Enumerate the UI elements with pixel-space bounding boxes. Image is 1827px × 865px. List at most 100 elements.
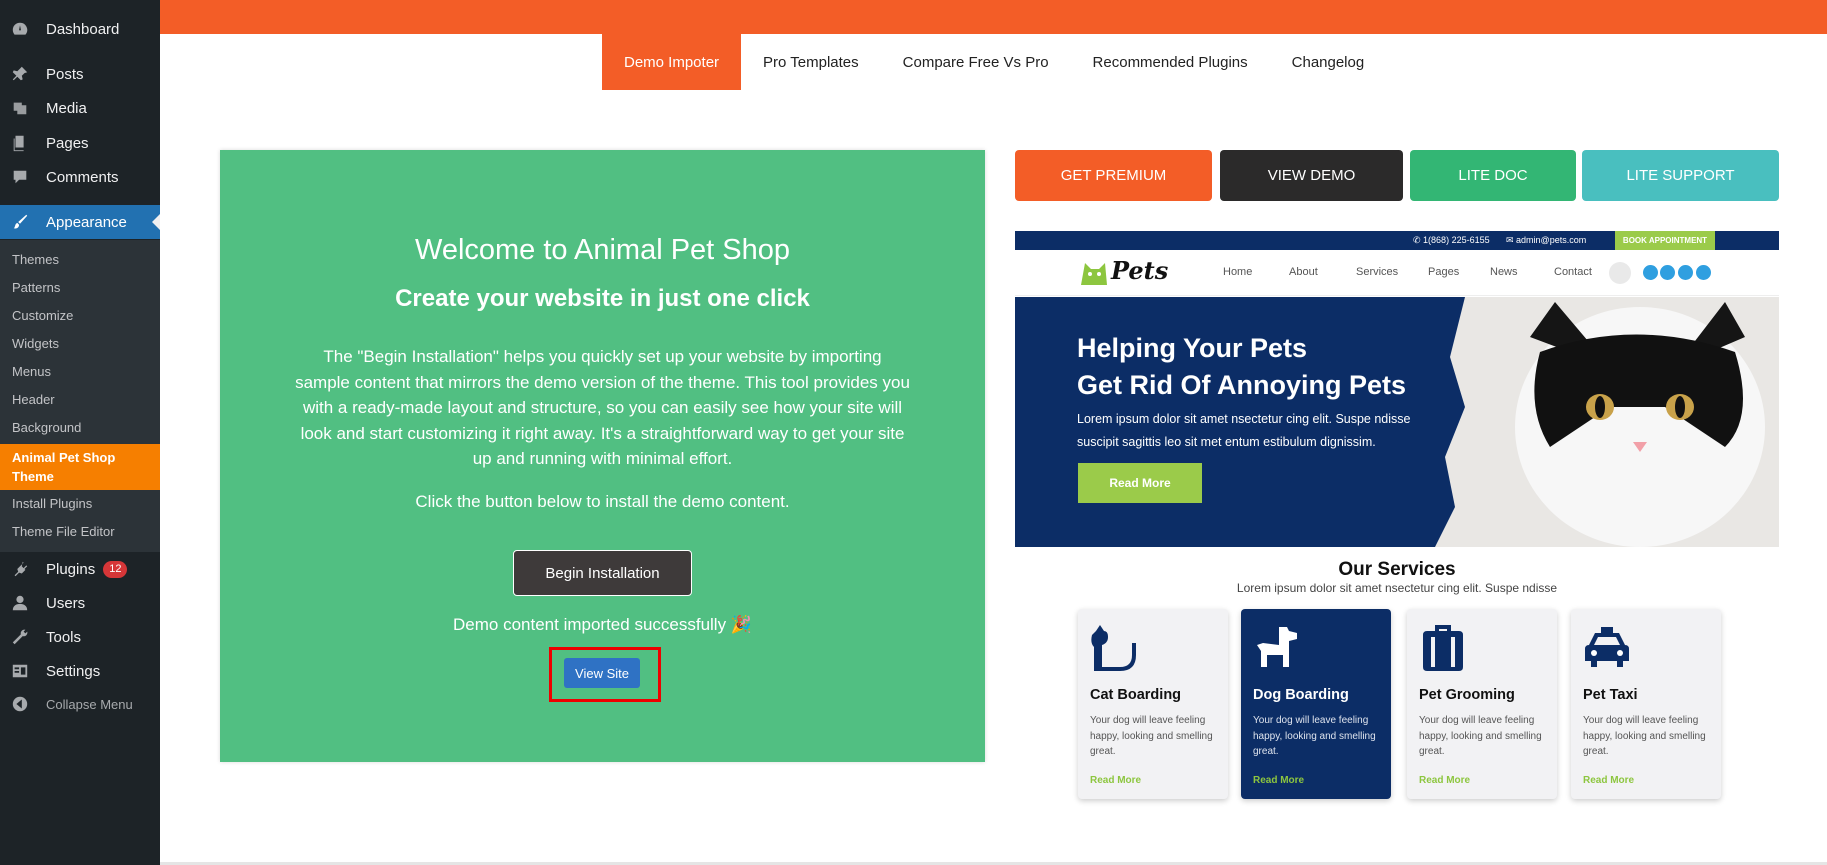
card-title: Pet Grooming: [1419, 687, 1515, 703]
view-site-button[interactable]: View Site: [564, 658, 640, 688]
preview-email-text: admin@pets.com: [1516, 235, 1587, 245]
wrench-icon: [10, 627, 30, 647]
card-text: Your dog will leave feeling happy, looki…: [1419, 715, 1542, 757]
preview-hero-title: Helping Your Pets Get Rid Of Annoying Pet…: [1077, 330, 1406, 404]
view-demo-button[interactable]: VIEW DEMO: [1220, 150, 1403, 201]
lite-support-button[interactable]: LITE SUPPORT: [1582, 150, 1779, 201]
preview-nav-home: Home: [1223, 266, 1253, 278]
preview-hero-line2: Get Rid Of Annoying Pets: [1077, 370, 1407, 400]
collapse-menu-button[interactable]: Collapse Menu: [0, 687, 160, 721]
submenu-themes[interactable]: Themes: [12, 252, 59, 267]
preview-read-more-button: Read More: [1078, 463, 1202, 503]
submenu-patterns[interactable]: Patterns: [12, 280, 60, 295]
pages-icon: [10, 133, 30, 153]
tab-recommended-plugins[interactable]: Recommended Plugins: [1071, 34, 1270, 90]
submenu-customize[interactable]: Customize: [12, 308, 73, 323]
preview-nav-pages: Pages: [1428, 266, 1460, 278]
begin-installation-button[interactable]: Begin Installation: [513, 550, 692, 596]
preview-hero-line1: Helping Your Pets: [1077, 333, 1308, 363]
welcome-title: Welcome to Animal Pet Shop: [414, 234, 791, 266]
sidebar-item-comments[interactable]: Comments: [0, 160, 160, 194]
service-card-pet-taxi: Pet Taxi Your dog will leave feeling hap…: [1571, 609, 1721, 799]
plugin-update-badge: 12: [103, 560, 128, 578]
cat-photo-icon: [1435, 297, 1779, 547]
media-icon: [10, 98, 30, 118]
submenu-widgets[interactable]: Widgets: [12, 336, 59, 351]
sidebar-item-appearance[interactable]: Appearance: [0, 205, 160, 239]
preview-hero-text: Lorem ipsum dolor sit amet nsectetur cin…: [1077, 412, 1411, 449]
sidebar-item-plugins[interactable]: Plugins 12: [0, 552, 160, 586]
preview-nav-services: Services: [1356, 266, 1399, 278]
card-title: Pet Taxi: [1583, 687, 1638, 703]
grooming-kit-icon: [1423, 625, 1463, 671]
panel-headline: Create your website in just one click: [395, 285, 810, 312]
collapse-menu-label: Collapse Menu: [46, 696, 133, 712]
get-premium-button[interactable]: GET PREMIUM: [1015, 150, 1212, 201]
submenu-background[interactable]: Background: [12, 420, 81, 435]
brush-icon: [10, 212, 30, 232]
preview-services-title: Our Services: [1338, 559, 1456, 580]
preview-book-appointment: BOOK APPOINTMENT: [1615, 231, 1715, 250]
preview-hero: Helping Your Pets Get Rid Of Annoying Pet…: [1015, 297, 1779, 547]
cart-icon: [1609, 262, 1631, 284]
import-success-message: Demo content imported successfully 🎉: [453, 615, 752, 634]
card-read-more: Read More: [1090, 775, 1142, 786]
preview-nav-about: About: [1289, 266, 1318, 278]
sidebar-item-dashboard[interactable]: Dashboard: [0, 12, 160, 46]
user-icon: [10, 593, 30, 613]
card-text: Your dog will leave feeling happy, looki…: [1253, 715, 1376, 757]
submenu-animal-pet-shop-theme[interactable]: Animal Pet Shop Theme: [0, 444, 160, 490]
service-card-cat-boarding: Cat Boarding Your dog will leave feeling…: [1078, 609, 1228, 799]
linkedin-icon: [1678, 265, 1693, 280]
sidebar-item-pages[interactable]: Pages: [0, 126, 160, 160]
facebook-icon: [1643, 265, 1658, 280]
card-title: Dog Boarding: [1253, 687, 1349, 703]
tab-compare-free-vs-pro[interactable]: Compare Free Vs Pro: [881, 34, 1071, 90]
card-title: Cat Boarding: [1090, 687, 1182, 703]
install-note: Click the button below to install the de…: [415, 492, 790, 511]
preview-logo-text: Pets: [1111, 256, 1169, 285]
collapse-icon: [10, 694, 30, 714]
sidebar-item-label: Users: [46, 594, 86, 612]
submenu-install-plugins[interactable]: Install Plugins: [12, 496, 92, 511]
sidebar-item-tools[interactable]: Tools: [0, 620, 160, 654]
sidebar-item-label: Appearance: [46, 213, 127, 231]
preview-nav-news: News: [1490, 266, 1518, 278]
lite-doc-button[interactable]: LITE DOC: [1410, 150, 1576, 201]
theme-tabs: Demo Impoter Pro Templates Compare Free …: [602, 34, 1386, 90]
twitter-icon: [1660, 265, 1675, 280]
preview-phone: ✆ 1(868) 225-6155: [1413, 235, 1490, 245]
sidebar-item-label: Plugins: [46, 560, 96, 578]
preview-email: ✉ admin@pets.com: [1506, 235, 1587, 245]
sidebar-item-media[interactable]: Media: [0, 91, 160, 125]
sidebar-item-label: Pages: [46, 134, 89, 152]
submenu-menus[interactable]: Menus: [12, 364, 51, 379]
service-card-dog-boarding: Dog Boarding Your dog will leave feeling…: [1241, 609, 1391, 799]
tab-demo-importer[interactable]: Demo Impoter: [602, 34, 742, 90]
sidebar-item-label: Dashboard: [46, 20, 120, 38]
sidebar-item-label: Tools: [46, 628, 82, 646]
submenu-theme-file-editor[interactable]: Theme File Editor: [12, 524, 115, 539]
appearance-submenu: Themes Patterns Customize Widgets Menus …: [0, 240, 160, 552]
card-text: Your dog will leave feeling happy, looki…: [1583, 715, 1706, 757]
submenu-header[interactable]: Header: [12, 392, 55, 407]
card-read-more: Read More: [1419, 775, 1471, 786]
demo-import-panel: Welcome to Animal Pet Shop Create your w…: [220, 150, 985, 762]
sidebar-item-label: Settings: [46, 662, 101, 680]
admin-sidebar: Dashboard Posts Media Pages Comments App…: [0, 0, 160, 865]
dashboard-icon: [10, 19, 30, 39]
pin-icon: [10, 64, 30, 84]
tab-pro-templates[interactable]: Pro Templates: [741, 34, 881, 90]
preview-phone-text: 1(868) 225-6155: [1423, 235, 1490, 245]
sidebar-item-posts[interactable]: Posts: [0, 57, 160, 91]
sidebar-item-users[interactable]: Users: [0, 586, 160, 620]
theme-preview-image: ✆ 1(868) 225-6155 ✉ admin@pets.com BOOK …: [1015, 231, 1779, 801]
comment-icon: [10, 167, 30, 187]
tab-changelog[interactable]: Changelog: [1270, 34, 1387, 90]
cat-icon: [1091, 625, 1136, 671]
pinterest-icon: [1696, 265, 1711, 280]
sidebar-item-label: Media: [46, 99, 87, 117]
top-accent-bar: [160, 0, 1827, 34]
dog-icon: [1257, 627, 1297, 667]
sidebar-item-settings[interactable]: Settings: [0, 654, 160, 688]
